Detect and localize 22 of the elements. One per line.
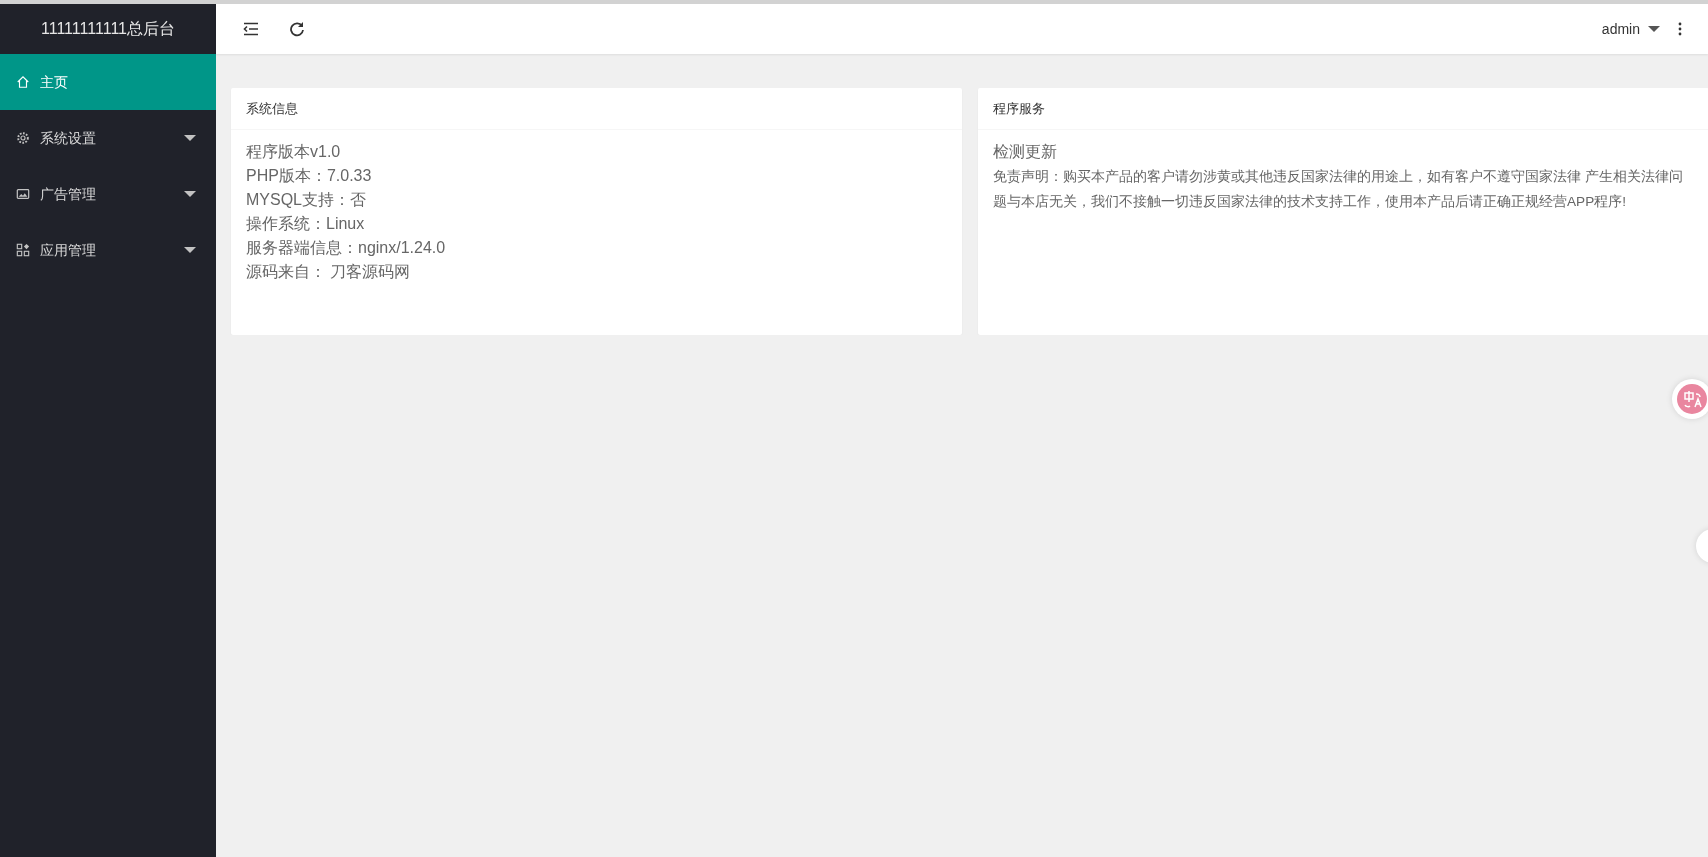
info-line: PHP版本：7.0.33 [246, 166, 373, 186]
sidebar-item[interactable]: 主页 [0, 54, 216, 110]
update-check-link[interactable]: 检测更新 [993, 140, 1694, 164]
info-line: 服务器端信息：nginx/1.24.0 [246, 238, 447, 258]
grid-icon [16, 243, 30, 257]
sidebar-item[interactable]: 应用管理 [0, 222, 216, 278]
translate-icon [1677, 384, 1707, 414]
caret-icon [1648, 26, 1660, 32]
card-title: 系统信息 [246, 99, 298, 118]
sidebar-item[interactable]: 广告管理 [0, 166, 216, 222]
info-line: MYSQL支持：否 [246, 190, 367, 210]
info-line: 操作系统：Linux [246, 214, 366, 234]
sidebar-item[interactable]: 系统设置 [0, 110, 216, 166]
user-menu[interactable]: admin [1601, 18, 1660, 40]
info-line: 源码来自： 刀客源码网 [246, 262, 412, 282]
image-icon [16, 187, 30, 201]
home-icon [16, 75, 30, 89]
brand-title: 11111111111总后台 [41, 19, 175, 39]
disclaimer-text: 免责声明：购买本产品的客户请勿涉黄或其他违反国家法律的用途上，如有客户不遵守国家法律 产生相关法律问题与本店无关，我们不接触一切违反国家法律的技术支持工作，使用本产品后请正确正规经营APP程序! [993, 168, 1684, 211]
gear-icon [16, 131, 30, 145]
card-title: 程序服务 [993, 99, 1045, 118]
info-line: 程序版本v1.0 [246, 142, 342, 162]
